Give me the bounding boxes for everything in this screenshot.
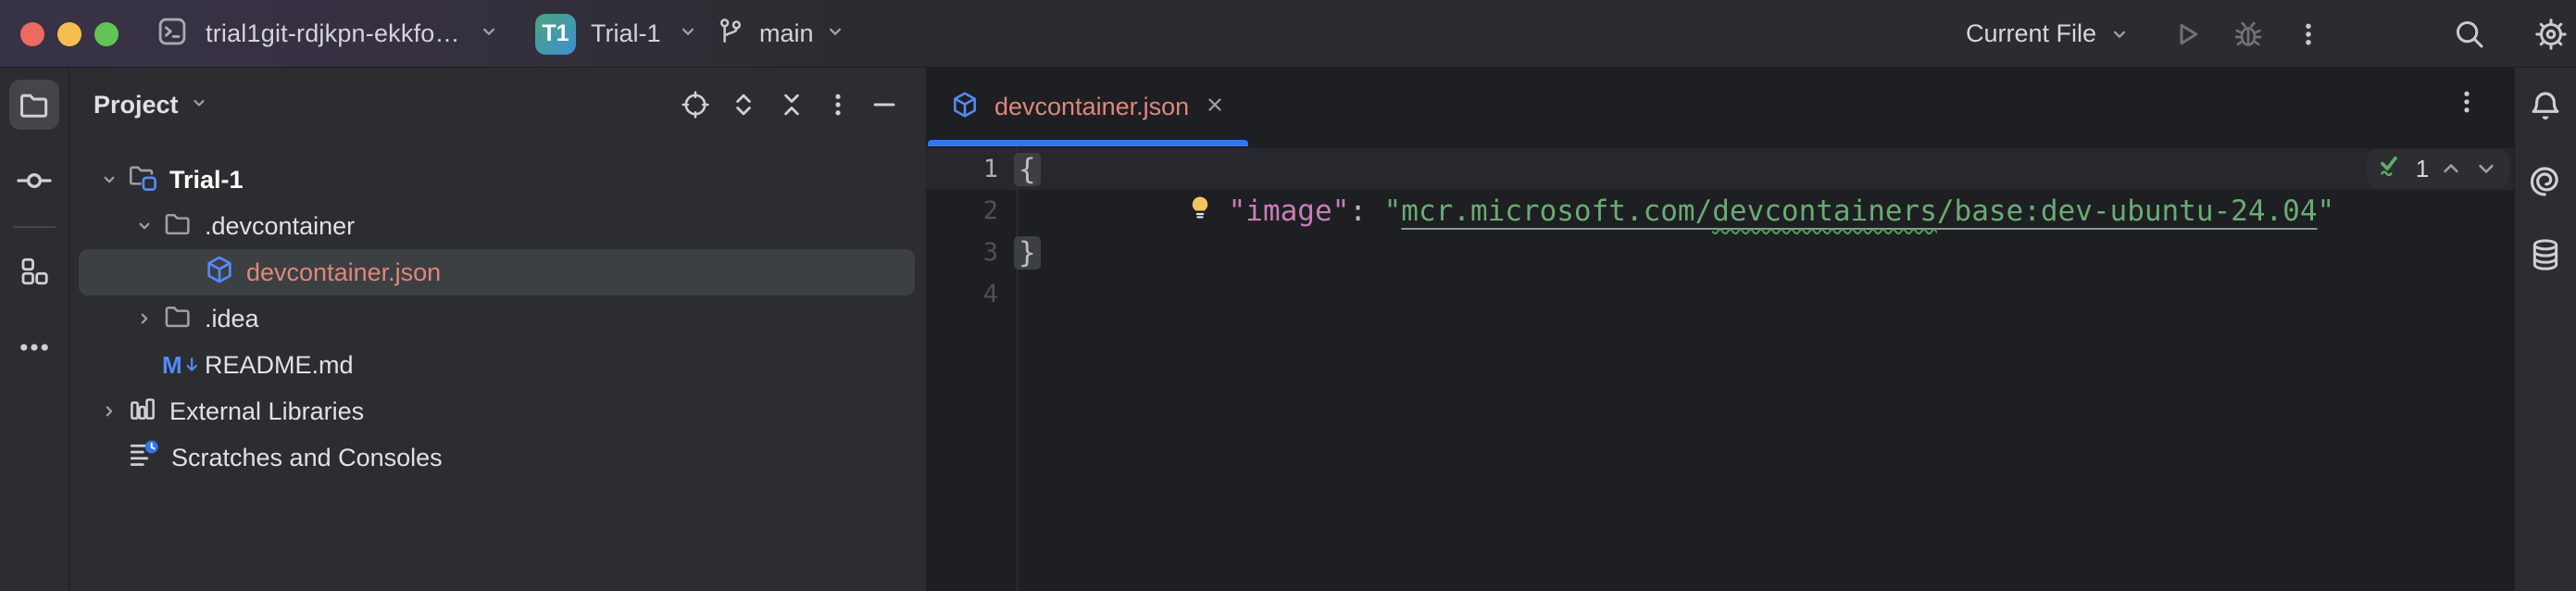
- workspace-name[interactable]: Trial-1: [591, 19, 661, 48]
- tree-item-label[interactable]: devcontainer.json: [246, 258, 441, 287]
- run-configuration-selector[interactable]: Current File: [1966, 19, 2096, 48]
- strip-divider: [13, 226, 56, 228]
- code-line-3[interactable]: 3 }: [926, 232, 2514, 273]
- project-root-folder-icon: [127, 161, 158, 199]
- devcontainer-cube-icon: [950, 90, 980, 124]
- project-panel: Project: [69, 68, 926, 591]
- search-icon[interactable]: [2452, 17, 2487, 52]
- tree-item-label[interactable]: .devcontainer: [205, 212, 355, 241]
- branch-name[interactable]: main: [759, 19, 814, 48]
- tab-title[interactable]: devcontainer.json: [994, 93, 1189, 121]
- ai-assistant-icon[interactable]: [2527, 162, 2564, 204]
- close-tab-icon[interactable]: [1204, 94, 1226, 120]
- line-number: 3: [926, 238, 998, 267]
- window-controls: [20, 22, 119, 46]
- brace-highlight: }: [1014, 236, 1041, 270]
- folder-icon: [162, 207, 194, 245]
- folder-icon: [162, 300, 194, 338]
- tree-row-project-root[interactable]: Trial-1: [69, 157, 926, 203]
- left-tool-strip: [0, 68, 69, 591]
- tree-item-label[interactable]: README.md: [205, 351, 354, 380]
- typo-squiggle: devcontainers: [1712, 195, 1937, 228]
- zoom-window-button[interactable]: [94, 22, 119, 46]
- more-actions-kebab-icon[interactable]: [2295, 20, 2322, 48]
- run-button[interactable]: [2170, 18, 2204, 51]
- workspace-widget[interactable]: T1 Trial-1: [535, 0, 700, 68]
- settings-gear-icon[interactable]: [2533, 17, 2569, 52]
- locate-file-icon[interactable]: [680, 89, 711, 120]
- code-line-2[interactable]: 2 "image": "mcr.microsoft.com/devcontain…: [926, 190, 2514, 232]
- chevron-expanded-icon[interactable]: [127, 214, 162, 238]
- tree-row-devcontainer-folder[interactable]: .devcontainer: [69, 203, 926, 249]
- tree-item-label[interactable]: External Libraries: [169, 397, 364, 426]
- project-tool-window-button[interactable]: [9, 80, 59, 130]
- image-url-string[interactable]: mcr.microsoft.com/devcontainers/base:dev…: [1401, 195, 2317, 228]
- editor-tab-bar: devcontainer.json: [926, 68, 2514, 146]
- commit-tool-window-button[interactable]: [9, 156, 59, 206]
- panel-title[interactable]: Project: [94, 91, 179, 119]
- scratches-icon: [127, 438, 160, 478]
- tree-item-label[interactable]: .idea: [205, 305, 259, 333]
- previous-problem-chevron-icon[interactable]: [2438, 156, 2464, 182]
- title-bar: trial1git-rdjkpn-ekkfo… T1 Trial-1 main …: [0, 0, 2576, 68]
- code-editor[interactable]: 1 { 2 "image": "mcr.microsoft.com/devcon…: [926, 146, 2514, 591]
- expand-all-icon[interactable]: [728, 89, 759, 120]
- markdown-file-icon: M: [162, 351, 201, 380]
- line-number: 4: [926, 280, 998, 308]
- debug-button[interactable]: [2232, 18, 2265, 51]
- tab-options-kebab-icon[interactable]: [2453, 88, 2481, 116]
- inspections-widget[interactable]: 1: [2367, 149, 2509, 188]
- collapse-all-icon[interactable]: [776, 89, 807, 120]
- chevron-collapsed-icon[interactable]: [92, 399, 127, 423]
- close-window-button[interactable]: [20, 22, 44, 46]
- minimize-window-button[interactable]: [57, 22, 81, 46]
- line-number: 2: [926, 196, 998, 225]
- hide-panel-icon[interactable]: [869, 89, 900, 120]
- tree-row-scratches[interactable]: Scratches and Consoles: [69, 434, 926, 481]
- chevron-down-icon[interactable]: [477, 19, 501, 48]
- inspection-count: 1: [2416, 155, 2429, 183]
- tree-row-readme[interactable]: M README.md: [69, 342, 926, 388]
- project-title[interactable]: trial1git-rdjkpn-ekkfo…: [206, 19, 460, 48]
- terminal-project-icon: [156, 15, 189, 53]
- more-tool-windows-button[interactable]: [9, 322, 59, 372]
- libraries-icon: [127, 393, 158, 431]
- right-tool-strip: [2514, 68, 2576, 591]
- next-problem-chevron-icon[interactable]: [2473, 156, 2499, 182]
- panel-options-kebab-icon[interactable]: [824, 91, 852, 119]
- tree-item-label[interactable]: Scratches and Consoles: [171, 444, 443, 472]
- tab-devcontainer-json[interactable]: devcontainer.json: [926, 68, 1250, 146]
- line-number: 1: [926, 155, 998, 183]
- vcs-branch-widget[interactable]: main: [715, 0, 847, 68]
- chevron-collapsed-icon[interactable]: [127, 307, 162, 331]
- workspace-badge[interactable]: T1: [535, 14, 576, 55]
- database-icon[interactable]: [2527, 236, 2564, 278]
- structure-tool-window-button[interactable]: [9, 246, 59, 296]
- no-problems-check-icon: [2377, 152, 2407, 186]
- project-tree: Trial-1 .devcontainer devcontai: [69, 157, 926, 481]
- tree-row-idea-folder[interactable]: .idea: [69, 296, 926, 342]
- code-line-4[interactable]: 4: [926, 273, 2514, 315]
- git-branch-icon: [715, 16, 746, 52]
- chevron-down-icon[interactable]: [676, 19, 700, 48]
- editor-area: devcontainer.json 1 { 2 "i: [926, 68, 2514, 591]
- tree-row-devcontainer-json[interactable]: devcontainer.json: [69, 249, 926, 296]
- chevron-expanded-icon[interactable]: [92, 168, 127, 192]
- chevron-down-icon[interactable]: [2107, 22, 2132, 46]
- active-tab-indicator: [928, 140, 1248, 146]
- notifications-bell-icon[interactable]: [2527, 88, 2564, 130]
- tree-row-external-libraries[interactable]: External Libraries: [69, 388, 926, 434]
- chevron-down-icon[interactable]: [823, 19, 847, 48]
- tree-item-label[interactable]: Trial-1: [169, 166, 244, 195]
- devcontainer-cube-icon: [204, 254, 235, 292]
- chevron-down-icon[interactable]: [188, 92, 210, 119]
